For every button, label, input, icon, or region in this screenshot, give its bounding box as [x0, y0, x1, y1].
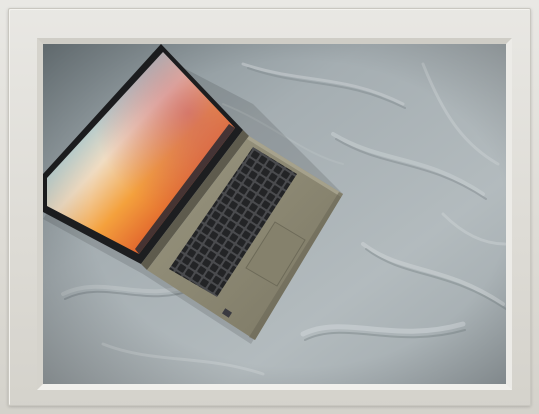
photo	[43, 44, 506, 384]
photo-canvas	[43, 44, 506, 384]
picture-frame	[0, 0, 539, 414]
photo-vignette	[43, 44, 506, 384]
